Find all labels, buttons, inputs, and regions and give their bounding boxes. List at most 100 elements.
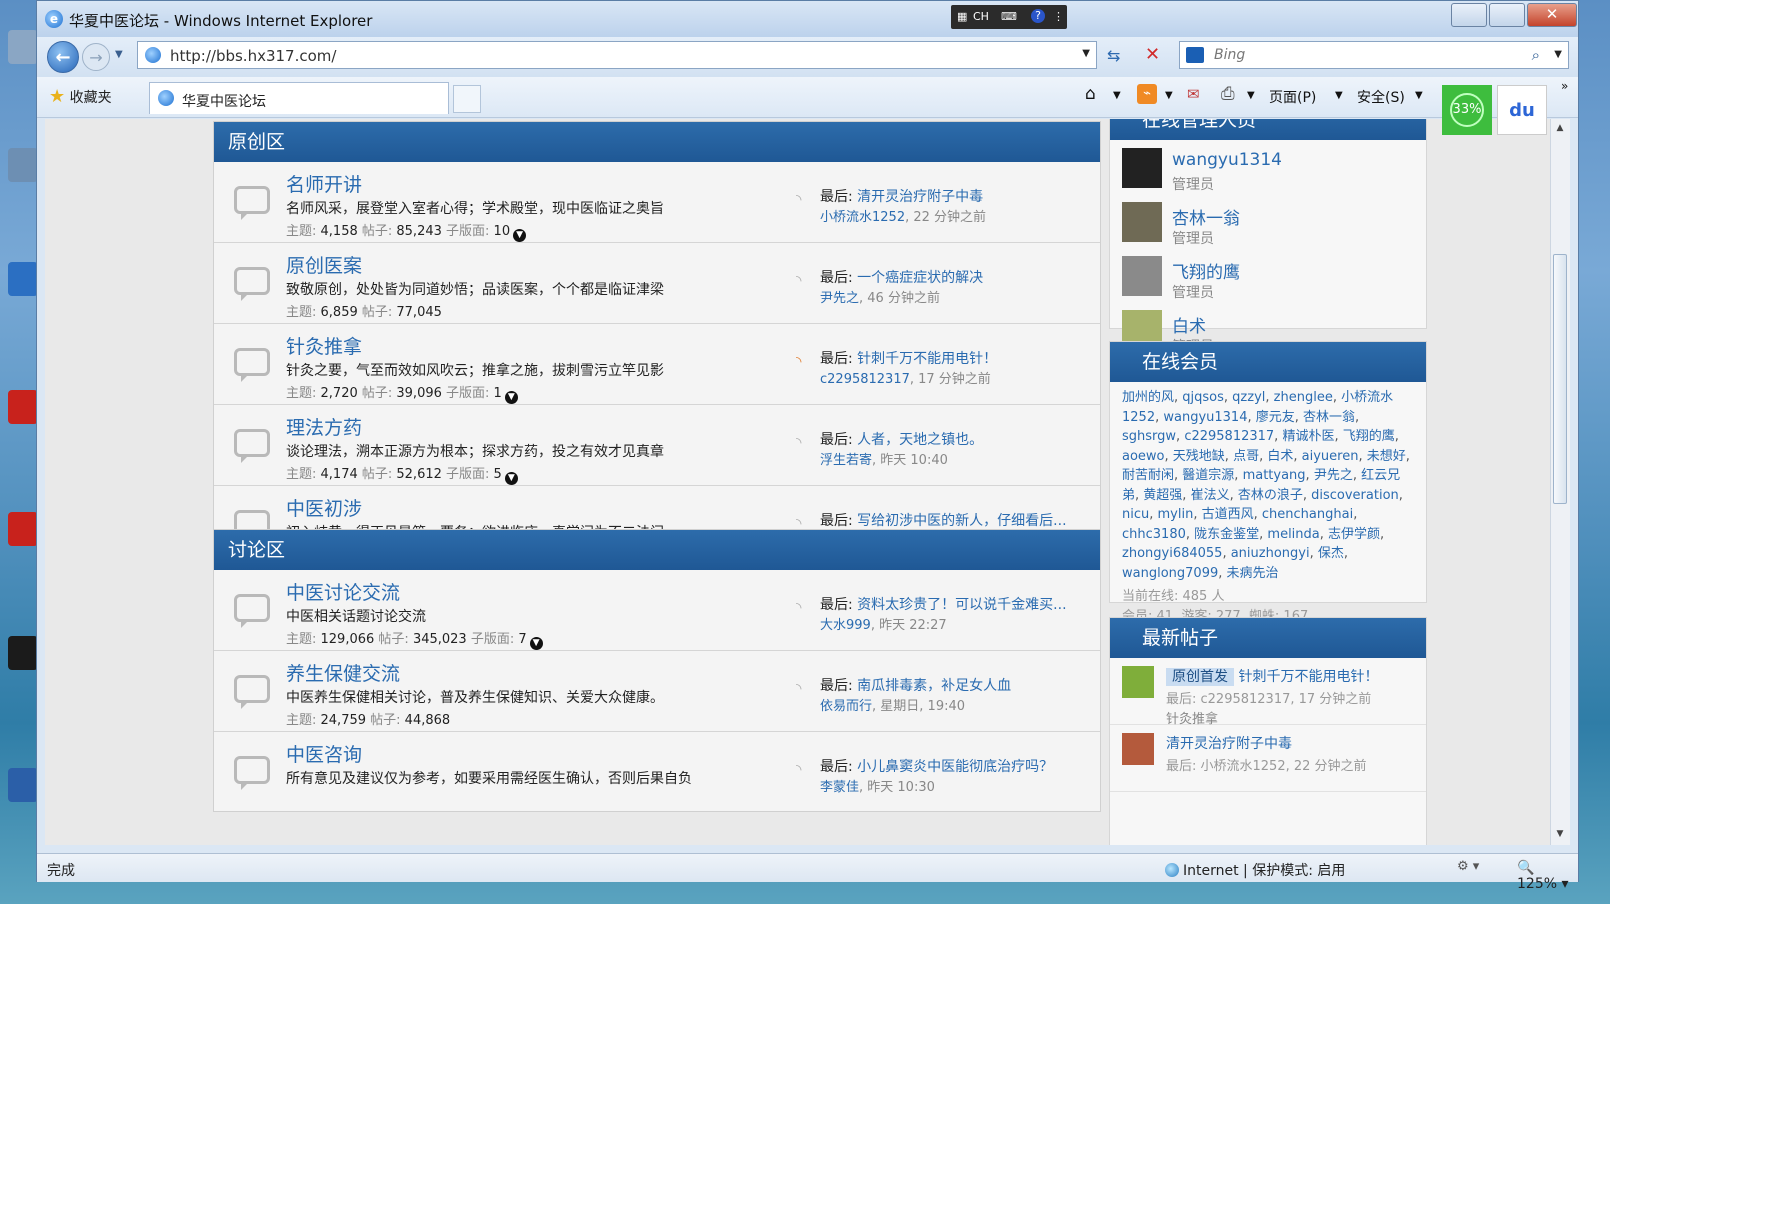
forum-title-link[interactable]: 中医咨询 <box>286 740 362 767</box>
page-menu[interactable]: 页面(P) <box>1269 87 1316 107</box>
search-box[interactable]: Bing ⌕ ▼ <box>1179 41 1569 69</box>
forum-title-link[interactable]: 养生保健交流 <box>286 659 400 686</box>
maximize-button[interactable] <box>1489 3 1525 27</box>
member-link[interactable]: 精诚朴医 <box>1282 429 1334 444</box>
stop-icon[interactable]: ✕ <box>1145 44 1160 65</box>
avatar[interactable] <box>1122 733 1154 765</box>
desktop-icon[interactable] <box>8 636 38 670</box>
member-link[interactable]: 志伊学颜 <box>1328 527 1380 542</box>
member-link[interactable]: 未想好 <box>1367 449 1406 464</box>
member-link[interactable]: qjqsos <box>1182 390 1224 405</box>
chevron-right-icon[interactable]: » <box>1561 79 1568 93</box>
zoom-control[interactable]: 🔍 125% ▾ <box>1517 860 1578 892</box>
forum-title-link[interactable]: 理法方药 <box>286 413 362 440</box>
url-input-box[interactable]: http://bbs.hx317.com/ ▼ <box>137 41 1097 69</box>
subforum-expand-icon[interactable]: ▼ <box>504 472 518 485</box>
vertical-scrollbar[interactable]: ▲ ▼ <box>1550 119 1570 845</box>
last-post-user[interactable]: 李蒙佳 <box>820 780 859 795</box>
member-link[interactable]: sghsrgw <box>1122 429 1176 444</box>
member-link[interactable]: 陇东金鉴堂 <box>1194 527 1259 542</box>
last-post-user[interactable]: 尹先之 <box>820 291 859 306</box>
page-menu-dropdown-icon[interactable]: ▼ <box>1335 90 1343 101</box>
member-link[interactable]: aoewo <box>1122 449 1165 464</box>
member-link[interactable]: mylin <box>1158 507 1194 522</box>
rss-icon[interactable]: ◝ <box>796 600 812 616</box>
search-input[interactable]: Bing <box>1214 47 1245 63</box>
security-zone[interactable]: Internet | 保护模式: 启用 <box>1165 860 1345 880</box>
desktop-icon[interactable] <box>8 30 38 64</box>
member-link[interactable]: wanglong7099 <box>1122 566 1218 581</box>
performance-badge[interactable]: 33% <box>1442 85 1492 135</box>
member-link[interactable]: 加州的风 <box>1122 390 1174 405</box>
language-bar[interactable]: ▦ CH ⌨ ? ⋮ <box>951 5 1067 29</box>
admin-name-link[interactable]: 杏林一翁 <box>1172 204 1240 229</box>
newest-post-link[interactable]: 针刺千万不能用电针！ <box>1238 669 1378 685</box>
feeds-dropdown-icon[interactable]: ▼ <box>1165 90 1173 101</box>
close-button[interactable]: ✕ <box>1527 3 1577 27</box>
subforum-expand-icon[interactable]: ▼ <box>513 229 527 242</box>
last-post-link[interactable]: 针刺千万不能用电针！ <box>857 351 997 367</box>
rss-icon[interactable]: ◝ <box>796 681 812 697</box>
member-link[interactable]: 杏林一翁 <box>1303 410 1355 425</box>
last-post-user[interactable]: 依易而行 <box>820 699 872 714</box>
member-link[interactable]: 崔法义 <box>1191 488 1230 503</box>
print-dropdown-icon[interactable]: ▼ <box>1247 90 1255 101</box>
minimize-button[interactable] <box>1451 3 1487 27</box>
member-link[interactable]: 白术 <box>1267 449 1293 464</box>
last-post-link[interactable]: 小儿鼻窦炎中医能彻底治疗吗？ <box>857 759 1053 775</box>
desktop-icon[interactable] <box>8 390 38 424</box>
member-link[interactable]: aiyueren <box>1302 449 1359 464</box>
member-link[interactable]: 天残地缺 <box>1173 449 1225 464</box>
help-icon[interactable]: ? <box>1031 9 1045 23</box>
scroll-up-arrow[interactable]: ▲ <box>1555 123 1565 133</box>
search-icon[interactable]: ⌕ <box>1532 46 1540 64</box>
print-icon[interactable]: ⎙ <box>1221 84 1235 104</box>
url-dropdown-icon[interactable]: ▼ <box>1082 48 1090 59</box>
forum-title-link[interactable]: 中医讨论交流 <box>286 578 400 605</box>
last-post-link[interactable]: 写给初涉中医的新人，仔细看后... <box>857 513 1066 529</box>
search-dropdown-icon[interactable]: ▼ <box>1554 49 1562 60</box>
member-link[interactable]: 飞翔的鹰 <box>1343 429 1395 444</box>
last-post-user[interactable]: 浮生若寄 <box>820 453 872 468</box>
member-link[interactable]: 点哥 <box>1233 449 1259 464</box>
admin-name-link[interactable]: wangyu1314 <box>1172 150 1282 170</box>
avatar[interactable] <box>1122 148 1162 188</box>
last-post-user[interactable]: c2295812317 <box>820 372 910 387</box>
desktop-icon[interactable] <box>8 768 38 802</box>
baidu-icon[interactable]: du <box>1497 85 1547 135</box>
last-post-link[interactable]: 一个癌症症状的解决 <box>857 270 983 286</box>
home-dropdown-icon[interactable]: ▼ <box>1113 90 1121 101</box>
rss-icon[interactable]: ◝ <box>796 192 812 208</box>
subforum-expand-icon[interactable]: ▼ <box>529 637 543 650</box>
rss-icon[interactable]: ◝ <box>796 762 812 778</box>
subforum-expand-icon[interactable]: ▼ <box>504 391 518 404</box>
member-link[interactable]: chhc3180 <box>1122 527 1186 542</box>
chevron-down-icon[interactable]: ⋮ <box>1053 10 1064 23</box>
member-link[interactable]: zhongyi684055 <box>1122 546 1222 561</box>
avatar[interactable] <box>1122 666 1154 698</box>
forum-title-link[interactable]: 针灸推拿 <box>286 332 362 359</box>
member-link[interactable]: wangyu1314 <box>1163 410 1247 425</box>
member-link[interactable]: discoveration <box>1311 488 1399 503</box>
url-text[interactable]: http://bbs.hx317.com/ <box>170 47 336 65</box>
member-link[interactable]: 保杰 <box>1318 546 1344 561</box>
member-link[interactable]: chenchanghai <box>1262 507 1353 522</box>
feeds-icon[interactable]: ⌁ <box>1137 84 1157 104</box>
newest-post-link[interactable]: 清开灵治疗附子中毒 <box>1166 736 1292 752</box>
member-link[interactable]: zhenglee <box>1274 390 1333 405</box>
popup-blocker-icon[interactable]: ⚙ ▾ <box>1457 859 1479 874</box>
member-link[interactable]: 廖元友 <box>1256 410 1295 425</box>
last-post-link[interactable]: 南瓜排毒素，补足女人血 <box>857 678 1011 694</box>
desktop-icon[interactable] <box>8 512 38 546</box>
tab-current[interactable]: 华夏中医论坛 <box>149 82 449 114</box>
forum-title-link[interactable]: 原创医案 <box>286 251 362 278</box>
member-link[interactable]: melinda <box>1267 527 1319 542</box>
member-link[interactable]: 尹先之 <box>1314 468 1353 483</box>
history-dropdown-icon[interactable]: ▼ <box>115 49 123 60</box>
new-tab-button[interactable] <box>453 85 481 113</box>
admin-name-link[interactable]: 飞翔的鹰 <box>1172 258 1240 283</box>
favorites-button[interactable]: ★ 收藏夹 <box>45 83 120 111</box>
member-link[interactable]: 杏林の浪子 <box>1238 488 1303 503</box>
mail-icon[interactable]: ✉ <box>1187 85 1200 103</box>
member-link[interactable]: 醫道宗源 <box>1182 468 1234 483</box>
